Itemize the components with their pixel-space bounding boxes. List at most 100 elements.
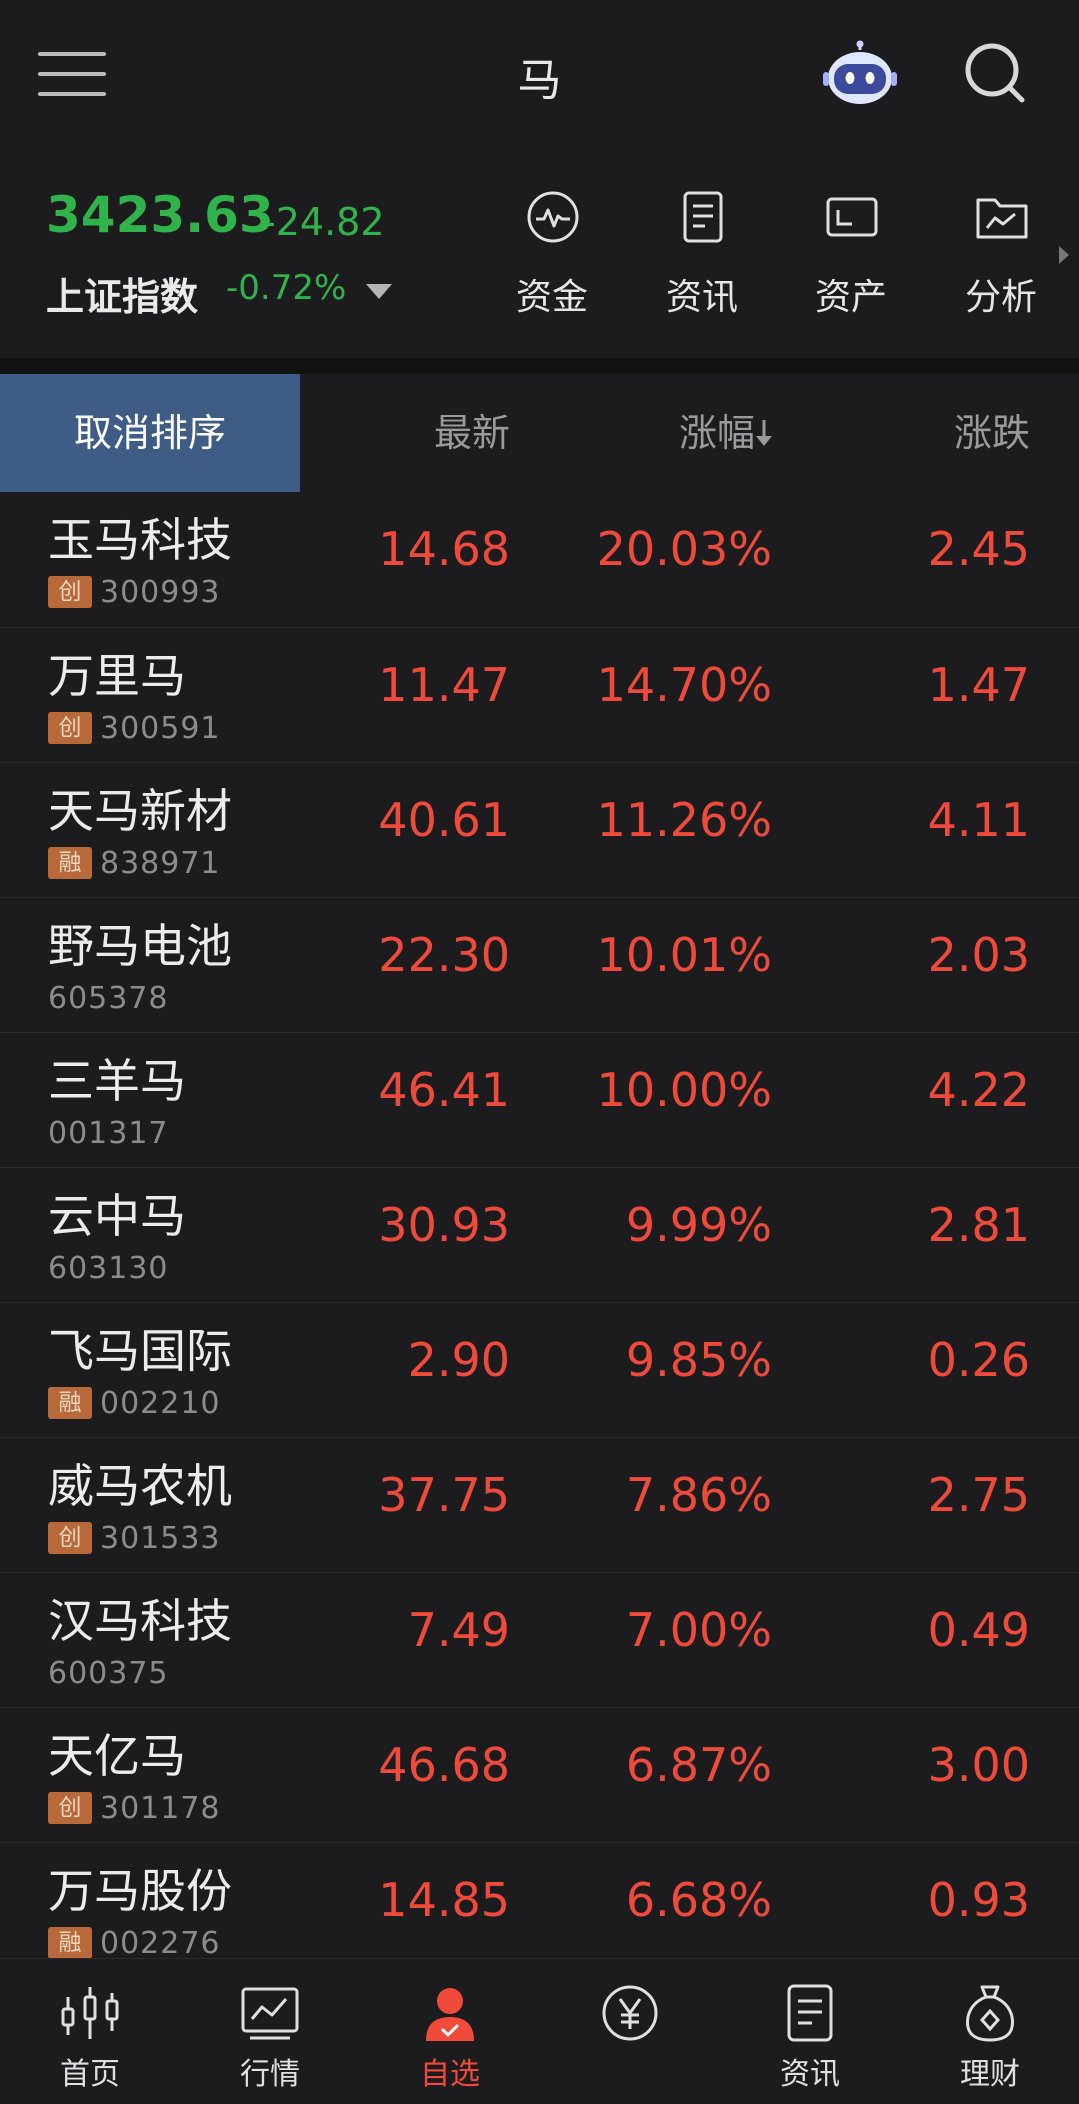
stock-row[interactable]: 天亿马 创 301178 46.68 6.87% 3.00 xyxy=(0,1707,1079,1842)
page-title: 马 xyxy=(517,55,562,106)
quick-menu-news[interactable]: 资讯 xyxy=(642,190,762,320)
cancel-sort-button[interactable]: 取消排序 xyxy=(0,374,300,492)
stock-name: 野马电池 xyxy=(48,919,232,973)
stock-row[interactable]: 三羊马 001317 46.41 10.00% 4.22 xyxy=(0,1032,1079,1167)
stock-code: 603130 xyxy=(48,1250,169,1286)
price-change: 0.49 xyxy=(927,1603,1030,1657)
stock-name: 天亿马 xyxy=(48,1729,186,1783)
user-check-icon xyxy=(420,1983,480,2043)
change-pct: 9.85% xyxy=(625,1333,772,1387)
stock-code-line: 600375 xyxy=(48,1655,169,1691)
index-change-pct: -0.72% xyxy=(226,268,347,308)
stock-code-line: 融 002210 xyxy=(48,1385,221,1421)
stock-code: 002276 xyxy=(100,1925,221,1961)
stock-row[interactable]: 玉马科技 创 300993 14.68 20.03% 2.45 xyxy=(0,492,1079,627)
tab-market[interactable]: 行情 xyxy=(190,1959,350,2104)
quick-menu-label: 分析 xyxy=(964,277,1037,318)
stock-list: 玉马科技 创 300993 14.68 20.03% 2.45 万里马 创 30… xyxy=(0,492,1079,1977)
stock-code: 300591 xyxy=(100,710,221,746)
stock-name: 玉马科技 xyxy=(48,513,232,567)
search-icon[interactable] xyxy=(962,40,1028,106)
quick-menu-label: 资金 xyxy=(515,277,588,318)
change-pct: 11.26% xyxy=(596,793,772,847)
stock-name: 天马新材 xyxy=(48,784,232,838)
stock-row[interactable]: 威马农机 创 301533 37.75 7.86% 2.75 xyxy=(0,1437,1079,1572)
change-pct: 7.86% xyxy=(625,1468,772,1522)
folder-chart-icon xyxy=(975,190,1029,244)
stock-row[interactable]: 汉马科技 600375 7.49 7.00% 0.49 xyxy=(0,1572,1079,1707)
tab-home[interactable]: 首页 xyxy=(10,1959,170,2104)
wallet-icon xyxy=(825,190,879,244)
tab-label: 行情 xyxy=(240,2057,300,2092)
index-name[interactable]: 上证指数 xyxy=(46,266,198,321)
latest-price: 30.93 xyxy=(378,1198,510,1252)
stock-code: 838971 xyxy=(100,845,221,881)
latest-price: 14.68 xyxy=(378,522,510,576)
robot-assistant-icon[interactable] xyxy=(822,40,898,110)
market-badge: 融 xyxy=(48,847,92,879)
tab-label: 自选 xyxy=(420,2057,480,2092)
index-change: -24.82 xyxy=(262,200,385,244)
stock-code: 600375 xyxy=(48,1655,169,1691)
tab-label: 首页 xyxy=(60,2057,120,2092)
document-icon xyxy=(780,1983,840,2043)
change-pct: 7.00% xyxy=(625,1603,772,1657)
column-change[interactable]: 涨跌 xyxy=(820,374,1030,492)
chevron-down-icon[interactable] xyxy=(366,284,392,299)
stock-row[interactable]: 飞马国际 融 002210 2.90 9.85% 0.26 xyxy=(0,1302,1079,1437)
quick-menu-funds[interactable]: 资金 xyxy=(492,190,612,320)
bottom-tab-bar: 首页 行情 自选 资讯 理财 xyxy=(0,1958,1079,2104)
price-change: 2.75 xyxy=(927,1468,1030,1522)
stock-row[interactable]: 云中马 603130 30.93 9.99% 2.81 xyxy=(0,1167,1079,1302)
stock-code-line: 创 300993 xyxy=(48,574,221,610)
stock-row[interactable]: 万里马 创 300591 11.47 14.70% 1.47 xyxy=(0,627,1079,762)
column-latest[interactable]: 最新 xyxy=(330,374,510,492)
market-badge: 创 xyxy=(48,1522,92,1554)
price-change: 3.00 xyxy=(927,1738,1030,1792)
tab-wealth[interactable]: 理财 xyxy=(910,1959,1070,2104)
document-icon xyxy=(676,190,730,244)
stock-name: 三羊马 xyxy=(48,1054,186,1108)
candlestick-icon xyxy=(60,1983,120,2043)
stock-row[interactable]: 万马股份 融 002276 14.85 6.68% 0.93 xyxy=(0,1842,1079,1977)
stock-code-line: 605378 xyxy=(48,980,169,1016)
tab-watchlist[interactable]: 自选 xyxy=(370,1959,530,2104)
stock-name: 万马股份 xyxy=(48,1864,232,1918)
latest-price: 46.68 xyxy=(378,1738,510,1792)
change-pct: 20.03% xyxy=(596,522,772,576)
stock-row[interactable]: 野马电池 605378 22.30 10.01% 2.03 xyxy=(0,897,1079,1032)
stock-code-line: 融 838971 xyxy=(48,845,221,881)
column-change-pct[interactable]: 涨幅 xyxy=(560,374,755,492)
column-header: 取消排序 最新 涨幅 涨跌 xyxy=(0,374,1079,492)
chevron-right-icon[interactable] xyxy=(1059,246,1069,264)
stock-name: 云中马 xyxy=(48,1189,186,1243)
stock-name: 威马农机 xyxy=(48,1459,232,1513)
pulse-chart-icon xyxy=(526,190,580,244)
line-chart-icon xyxy=(240,1983,300,2043)
latest-price: 37.75 xyxy=(378,1468,510,1522)
change-pct: 10.01% xyxy=(596,928,772,982)
tab-trade[interactable] xyxy=(550,1959,710,2104)
stock-code-line: 创 301178 xyxy=(48,1790,221,1826)
change-pct: 14.70% xyxy=(596,658,772,712)
sort-descending-icon[interactable] xyxy=(752,414,776,452)
price-change: 4.22 xyxy=(927,1063,1030,1117)
tab-news[interactable]: 资讯 xyxy=(730,1959,890,2104)
stock-code-line: 创 300591 xyxy=(48,710,221,746)
index-value: 3423.63 xyxy=(46,186,274,244)
stock-row[interactable]: 天马新材 融 838971 40.61 11.26% 4.11 xyxy=(0,762,1079,897)
quick-menu-assets[interactable]: 资产 xyxy=(791,190,911,320)
latest-price: 7.49 xyxy=(407,1603,510,1657)
latest-price: 2.90 xyxy=(407,1333,510,1387)
stock-code-line: 001317 xyxy=(48,1115,169,1151)
stock-name: 汉马科技 xyxy=(48,1594,232,1648)
latest-price: 46.41 xyxy=(378,1063,510,1117)
change-pct: 9.99% xyxy=(625,1198,772,1252)
price-change: 2.45 xyxy=(927,522,1030,576)
stock-code: 605378 xyxy=(48,980,169,1016)
tab-label: 理财 xyxy=(960,2057,1020,2092)
price-change: 2.03 xyxy=(927,928,1030,982)
stock-code: 301533 xyxy=(100,1520,221,1556)
quick-menu-analysis[interactable]: 分析 xyxy=(941,190,1061,320)
change-pct: 10.00% xyxy=(596,1063,772,1117)
